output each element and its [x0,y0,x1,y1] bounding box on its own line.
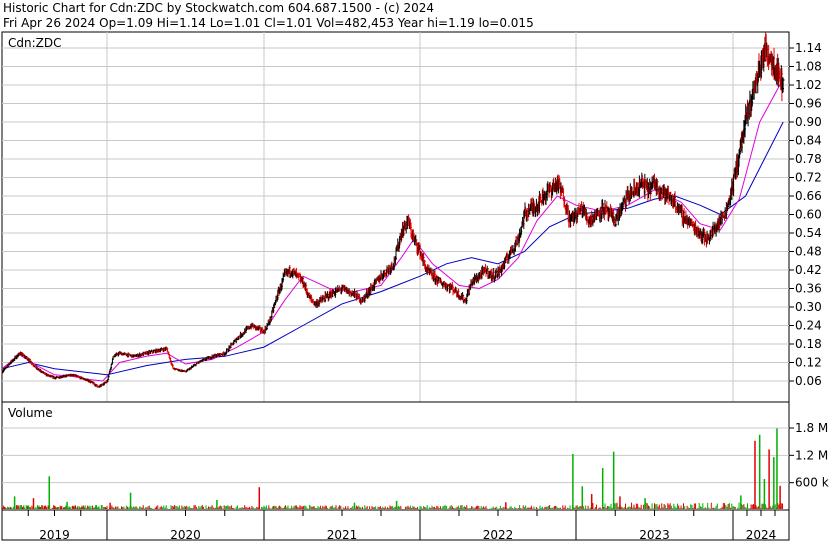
price-tick-label: 0.36 [795,282,822,296]
price-tick-label: 0.12 [795,356,822,370]
chart-header-title: Historic Chart for Cdn:ZDC by Stockwatch… [3,1,434,15]
chart-header-quote: Fri Apr 26 2024 Op=1.09 Hi=1.14 Lo=1.01 … [3,16,534,30]
price-tick-label: 0.90 [795,115,822,129]
year-label: 2022 [483,528,514,542]
year-label: 2019 [39,528,70,542]
price-tick-label: 1.02 [795,78,822,92]
volume-tick-label: 600 k [795,476,829,490]
price-tick-label: 0.84 [795,134,822,148]
price-tick-label: 0.96 [795,97,822,111]
volume-tick-label: 1.8 M [795,421,828,435]
price-tick-label: 1.08 [795,60,822,74]
price-tick-label: 0.60 [795,208,822,222]
stock-chart: Historic Chart for Cdn:ZDC by Stockwatch… [0,0,830,543]
volume-panel-title: Volume [8,406,53,420]
volume-panel: 1.8 M 1.2 M 600 k Volume [1,401,829,511]
price-tick-label: 0.54 [795,226,822,240]
price-tick-label: 0.48 [795,245,822,259]
price-tick-label: 0.06 [795,374,822,388]
price-tick-label: 0.18 [795,337,822,351]
year-label: 2021 [327,528,358,542]
price-tick-label: 0.72 [795,171,822,185]
price-tick-label: 0.78 [795,152,822,166]
price-tick-label: 0.24 [795,319,822,333]
price-tick-label: 0.42 [795,263,822,277]
price-tick-label: 0.30 [795,300,822,314]
year-label: 2020 [170,528,201,542]
year-label: 2024 [746,528,777,542]
price-tick-label: 0.66 [795,189,822,203]
volume-tick-label: 1.2 M [795,448,828,462]
price-tick-label: 1.14 [795,41,822,55]
year-label: 2023 [639,528,670,542]
price-panel-title: Cdn:ZDC [8,36,61,50]
